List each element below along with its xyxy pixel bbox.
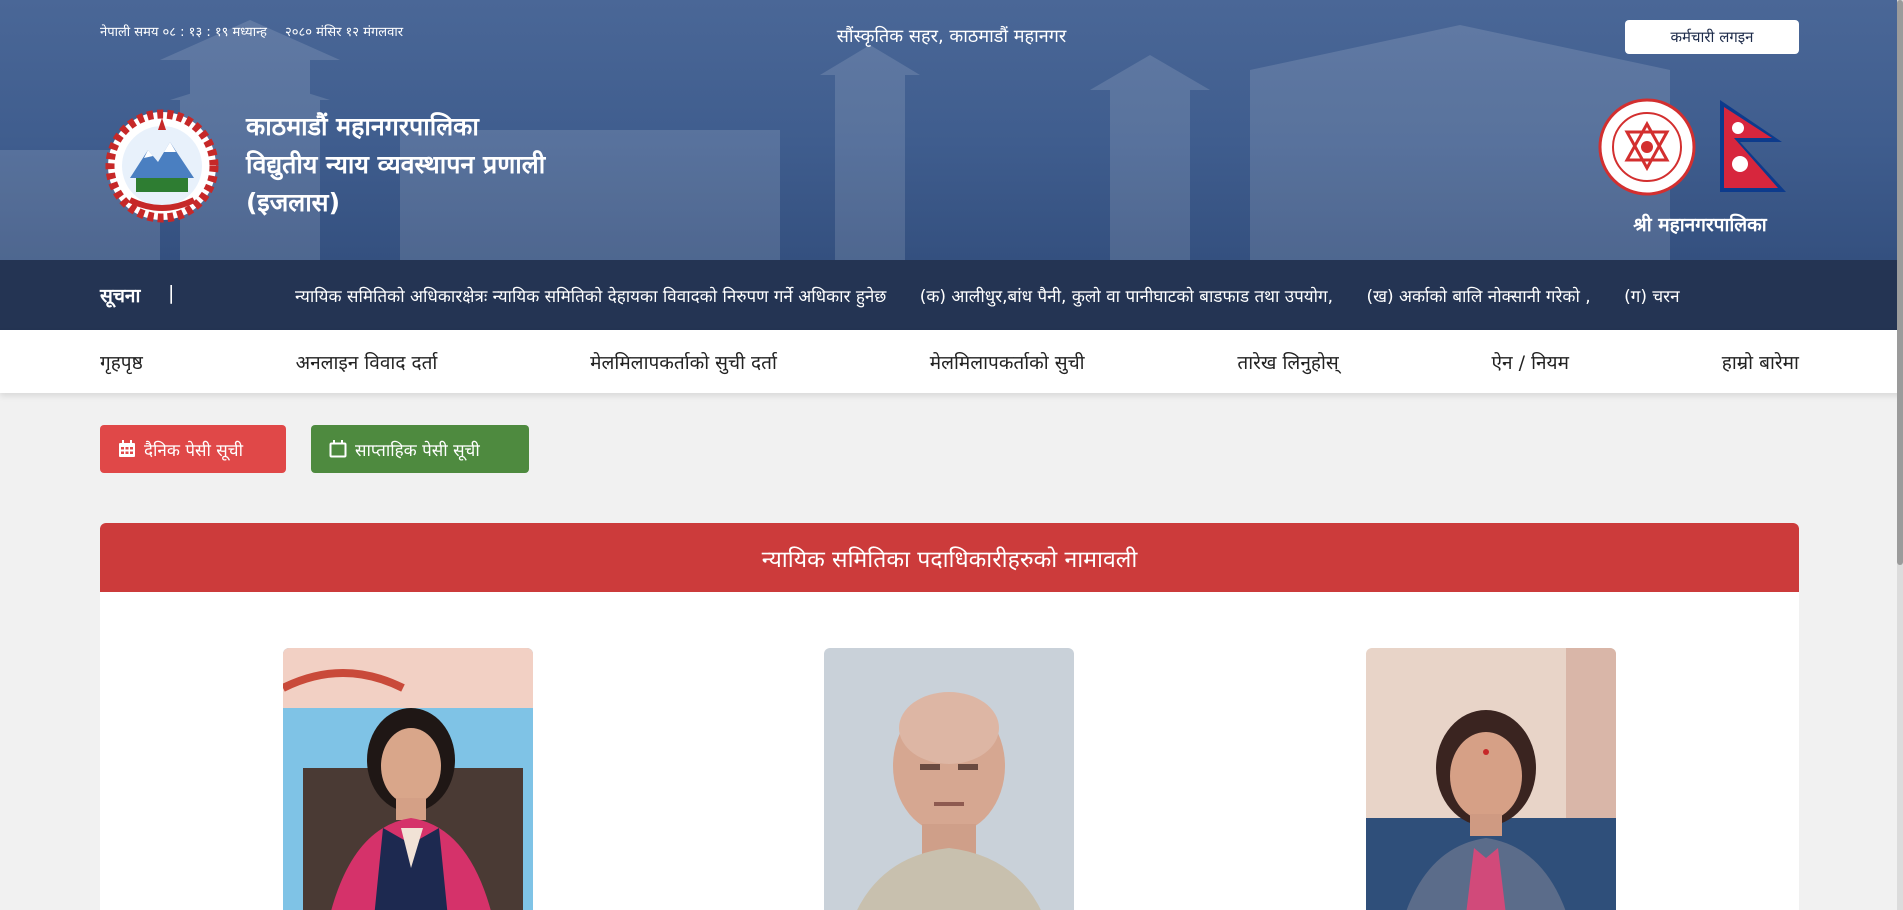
official-photo bbox=[824, 648, 1074, 910]
scrollbar-thumb[interactable] bbox=[1897, 0, 1903, 565]
official-portrait-image bbox=[1366, 648, 1616, 910]
title-line-ijlas: (इजलास) bbox=[246, 188, 341, 217]
main-navigation: गृहपृष्ठ अनलाइन विवाद दर्ता मेलमिलापकर्त… bbox=[0, 330, 1903, 393]
notice-item: न्यायिक समितिको अधिकारक्षेत्रः न्यायिक स… bbox=[295, 287, 887, 307]
official-photo bbox=[1366, 648, 1616, 910]
calendar-outline-icon bbox=[329, 440, 347, 458]
page-scrollbar[interactable] bbox=[1897, 0, 1903, 910]
official-portrait-image bbox=[824, 648, 1074, 910]
nav-item-home[interactable]: गृहपृष्ठ bbox=[100, 349, 143, 375]
nepal-flag-icon bbox=[1720, 100, 1786, 192]
officials-card-title: न्यायिक समितिका पदाधिकारीहरुको नामावली bbox=[100, 523, 1799, 592]
title-line-municipality: काठमाडौं महानगरपालिका bbox=[246, 112, 479, 141]
nav-item-mediator-list-registration[interactable]: मेलमिलापकर्ताको सुची दर्ता bbox=[590, 349, 777, 375]
judicial-committee-officials-card: न्यायिक समितिका पदाधिकारीहरुको नामावली bbox=[100, 523, 1799, 910]
weekly-hearing-list-label: साप्ताहिक पेसी सूची bbox=[355, 440, 480, 461]
site-header: नेपाली समय ०८ : १३ : १९ मध्यान्ह २०८० मं… bbox=[0, 0, 1903, 260]
notice-ticker[interactable]: न्यायिक समितिको अधिकारक्षेत्रः न्यायिक स… bbox=[295, 284, 1799, 310]
notice-item: (ग) चरन bbox=[1624, 287, 1680, 307]
nav-item-about-us[interactable]: हाम्रो बारेमा bbox=[1722, 349, 1799, 375]
nav-item-take-date[interactable]: तारेख लिनुहोस् bbox=[1237, 349, 1338, 375]
official-portrait-image bbox=[283, 648, 533, 910]
city-tagline: सौंस्कृतिक सहर, काठमाडौं महानगर bbox=[836, 26, 1067, 47]
official-photo bbox=[283, 648, 533, 910]
nav-item-mediator-list[interactable]: मेलमिलापकर्ताको सुची bbox=[930, 349, 1085, 375]
notice-item: (क) आलीधुर,बांध पैनी, कुलो वा पानीघाटको … bbox=[919, 287, 1334, 307]
site-title: काठमाडौं महानगरपालिका विद्युतीय न्याय व्… bbox=[246, 108, 545, 222]
daily-hearing-list-button[interactable]: दैनिक पेसी सूची bbox=[100, 425, 286, 473]
weekly-hearing-list-button[interactable]: साप्ताहिक पेसी सूची bbox=[311, 425, 529, 473]
metropolitan-label: श्री महानगरपालिका bbox=[1633, 214, 1767, 236]
calendar-grid-icon bbox=[119, 440, 135, 457]
staff-login-button[interactable]: कर्मचारी लगइन bbox=[1625, 20, 1799, 54]
notice-separator: | bbox=[168, 282, 175, 304]
daily-hearing-list-label: दैनिक पेसी सूची bbox=[144, 440, 243, 461]
kathmandu-metropolitan-seal-logo bbox=[1598, 98, 1696, 196]
notice-item: (ख) अर्काको बालि नोक्सानी गरेको , bbox=[1366, 287, 1591, 307]
title-line-system: विद्युतीय न्याय व्यवस्थापन प्रणाली bbox=[246, 150, 546, 179]
nav-item-acts-rules[interactable]: ऐन / नियम bbox=[1492, 349, 1569, 375]
nav-item-online-dispute-registration[interactable]: अनलाइन विवाद दर्ता bbox=[296, 349, 438, 375]
notice-bar: सूचना | न्यायिक समितिको अधिकारक्षेत्रः न… bbox=[0, 260, 1903, 330]
nepal-emblem-logo bbox=[105, 109, 219, 223]
notice-label: सूचना bbox=[100, 285, 141, 307]
